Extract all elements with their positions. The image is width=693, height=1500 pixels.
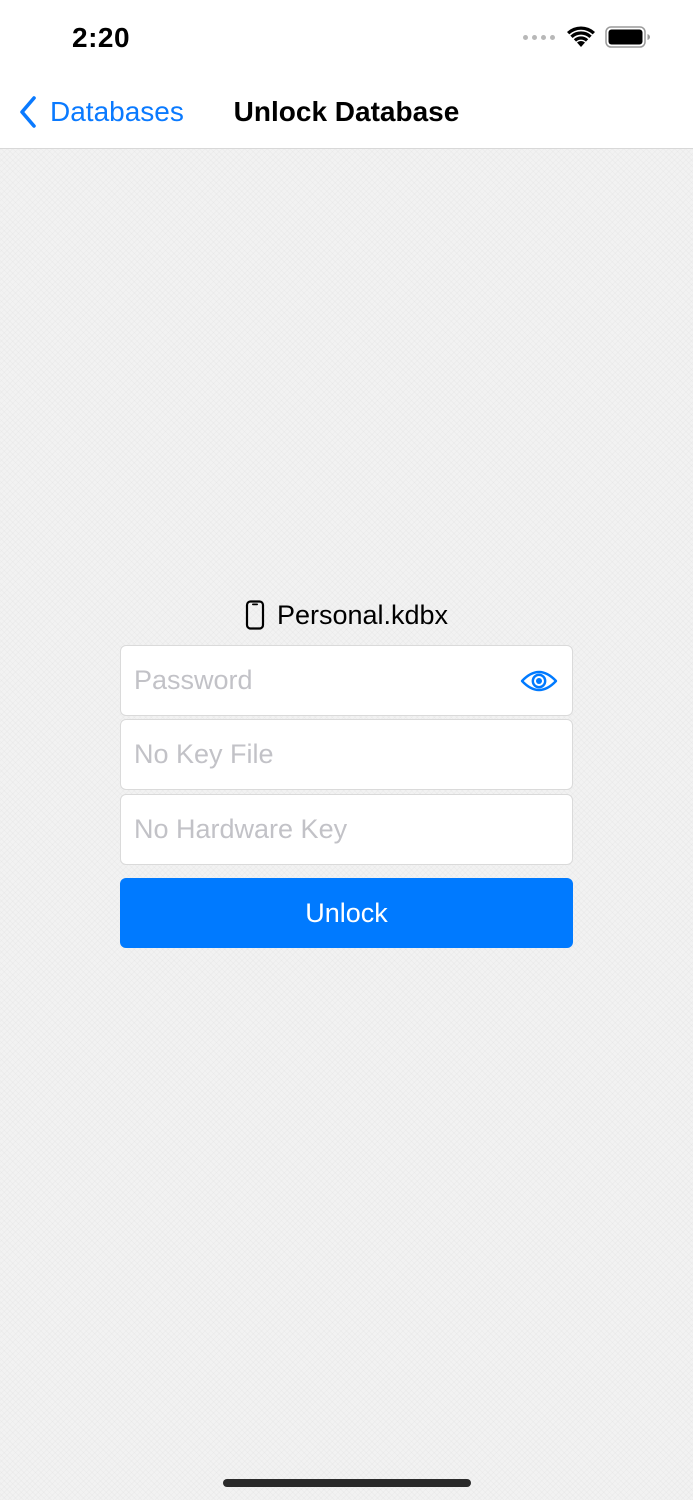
chevron-left-icon (20, 96, 36, 128)
key-file-label: No Key File (134, 739, 274, 769)
home-indicator[interactable] (223, 1479, 471, 1487)
signal-dots-icon (523, 34, 555, 40)
password-field (120, 645, 573, 716)
password-input[interactable] (134, 646, 504, 715)
navigation-bar: Unlock Database Databases (0, 76, 693, 149)
database-header: Personal.kdbx (120, 598, 573, 632)
show-password-button[interactable] (520, 666, 558, 696)
wifi-icon (567, 26, 595, 47)
back-button-label: Databases (50, 96, 184, 127)
key-file-field[interactable]: No Key File (120, 719, 573, 790)
hardware-key-label: No Hardware Key (134, 814, 348, 844)
status-bar: 2:20 (0, 0, 693, 76)
status-time: 2:20 (72, 22, 131, 53)
eye-icon (520, 670, 558, 692)
battery-icon (605, 26, 650, 48)
unlock-button[interactable]: Unlock (120, 878, 573, 948)
back-button[interactable]: Databases (18, 94, 184, 130)
phone-icon (245, 600, 265, 630)
hardware-key-field[interactable]: No Hardware Key (120, 794, 573, 865)
status-icons (523, 26, 651, 48)
database-name: Personal.kdbx (276, 599, 449, 630)
